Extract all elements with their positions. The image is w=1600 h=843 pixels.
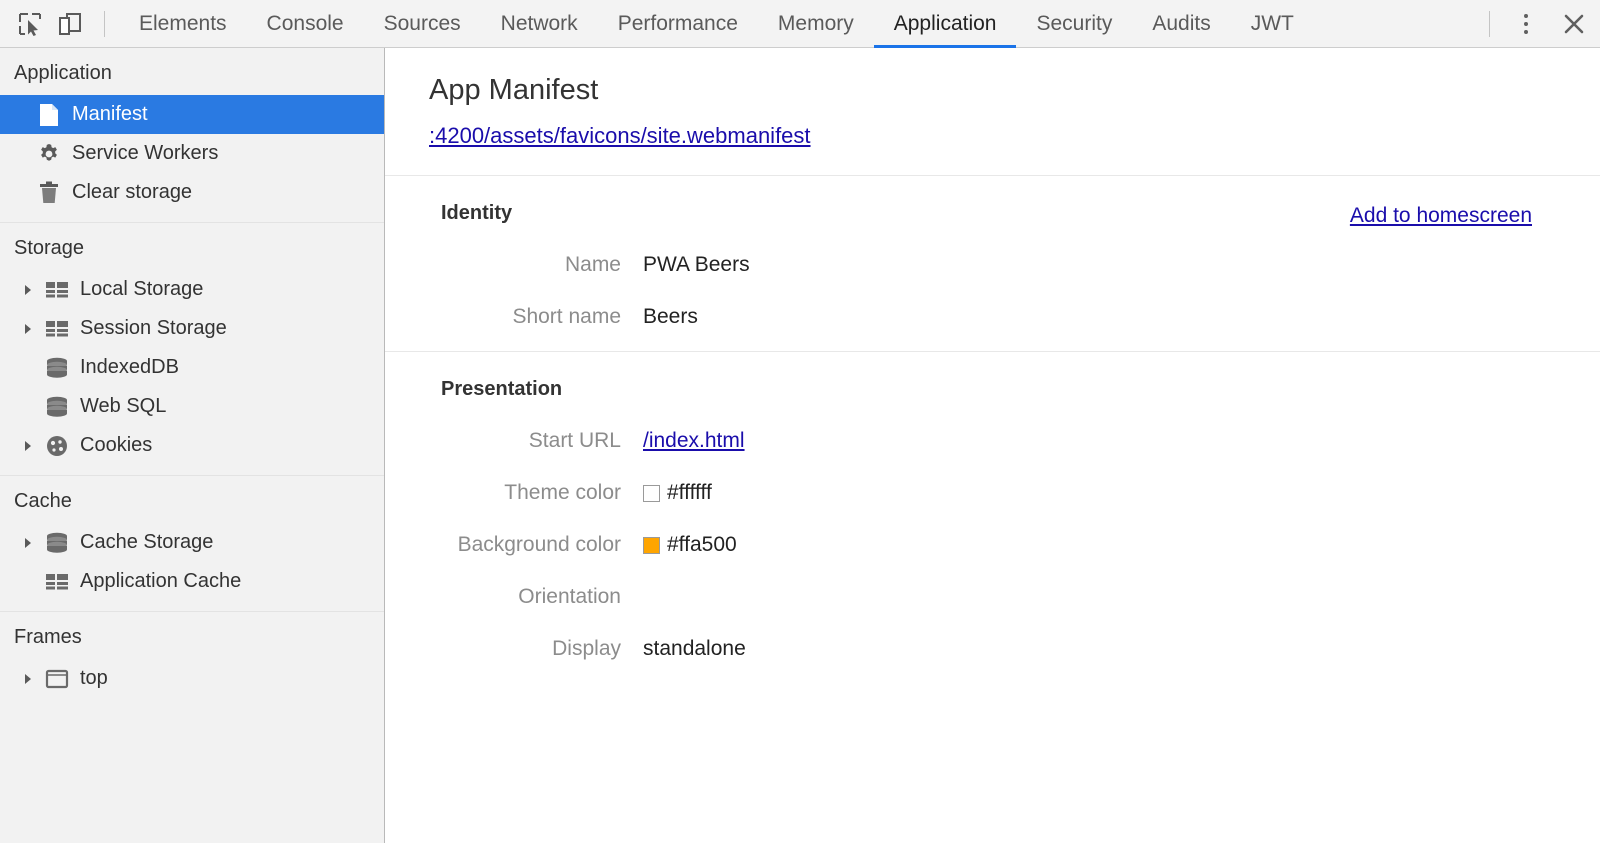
start-url-link[interactable]: /index.html bbox=[643, 429, 745, 453]
sidebar-item-label: Cookies bbox=[80, 434, 152, 457]
field-label: Start URL bbox=[385, 429, 643, 453]
field-value: #ffa500 bbox=[643, 533, 737, 557]
frame-icon bbox=[42, 668, 72, 690]
chevron-right-icon[interactable] bbox=[22, 673, 42, 685]
panel-tabs: Elements Console Sources Network Perform… bbox=[119, 0, 1314, 48]
sidebar-section-title: Storage bbox=[0, 223, 384, 270]
field-value: #ffffff bbox=[643, 481, 712, 505]
field-orientation: Orientation bbox=[385, 585, 1600, 609]
sidebar-item-label: Web SQL bbox=[80, 395, 166, 418]
sidebar-item-label: Local Storage bbox=[80, 278, 203, 301]
field-label: Background color bbox=[385, 533, 643, 557]
field-theme-color: Theme color #ffffff bbox=[385, 481, 1600, 505]
panel-header: App Manifest :4200/assets/favicons/site.… bbox=[385, 48, 1600, 149]
tab-audits[interactable]: Audits bbox=[1132, 0, 1230, 48]
sidebar-item-label: Cache Storage bbox=[80, 531, 213, 554]
identity-section: Identity Add to homescreen Name PWA Beer… bbox=[385, 176, 1600, 351]
background-color-swatch bbox=[643, 537, 660, 554]
tab-performance[interactable]: Performance bbox=[598, 0, 758, 48]
database-icon bbox=[42, 532, 72, 554]
sidebar-item-web-sql[interactable]: Web SQL bbox=[0, 387, 384, 426]
sidebar-section-title: Application bbox=[0, 48, 384, 95]
field-name: Name PWA Beers bbox=[385, 253, 1600, 277]
table-icon bbox=[42, 572, 72, 592]
sidebar-item-label: top bbox=[80, 667, 108, 690]
database-icon bbox=[42, 357, 72, 379]
presentation-section-title: Presentation bbox=[385, 378, 1600, 401]
table-icon bbox=[42, 319, 72, 339]
field-label: Short name bbox=[385, 305, 643, 329]
document-icon bbox=[34, 103, 64, 127]
add-to-homescreen-link[interactable]: Add to homescreen bbox=[1350, 204, 1532, 228]
sidebar-section-title: Cache bbox=[0, 476, 384, 523]
background-color-value: #ffa500 bbox=[667, 533, 737, 557]
field-label: Name bbox=[385, 253, 643, 277]
sidebar-item-session-storage[interactable]: Session Storage bbox=[0, 309, 384, 348]
sidebar-item-top-frame[interactable]: top bbox=[0, 659, 384, 698]
tab-jwt[interactable]: JWT bbox=[1231, 0, 1314, 48]
sidebar-section-storage: Storage Local Storage bbox=[0, 223, 384, 476]
sidebar-item-label: Session Storage bbox=[80, 317, 227, 340]
inspect-element-icon[interactable] bbox=[10, 4, 50, 44]
devtools-content: Application Manifest bbox=[0, 48, 1600, 843]
tab-security[interactable]: Security bbox=[1016, 0, 1132, 48]
tab-application[interactable]: Application bbox=[874, 0, 1017, 48]
sidebar-item-manifest[interactable]: Manifest bbox=[0, 95, 384, 134]
tab-sources[interactable]: Sources bbox=[364, 0, 481, 48]
field-value: Beers bbox=[643, 305, 698, 329]
field-value: standalone bbox=[643, 637, 746, 661]
gear-icon bbox=[34, 142, 64, 166]
sidebar-item-local-storage[interactable]: Local Storage bbox=[0, 270, 384, 309]
toolbar-divider-right bbox=[1489, 11, 1490, 37]
chevron-right-icon[interactable] bbox=[22, 323, 42, 335]
sidebar-item-application-cache[interactable]: Application Cache bbox=[0, 562, 384, 601]
cookie-icon bbox=[42, 434, 72, 458]
sidebar-section-cache: Cache Cache Storage bbox=[0, 476, 384, 612]
sidebar-item-indexeddb[interactable]: IndexedDB bbox=[0, 348, 384, 387]
sidebar-item-label: Service Workers bbox=[72, 142, 218, 165]
chevron-right-icon[interactable] bbox=[22, 284, 42, 296]
sidebar-section-frames: Frames top bbox=[0, 612, 384, 708]
sidebar-item-label: Clear storage bbox=[72, 181, 192, 204]
field-background-color: Background color #ffa500 bbox=[385, 533, 1600, 557]
field-display: Display standalone bbox=[385, 637, 1600, 661]
trash-icon bbox=[34, 181, 64, 205]
field-short-name: Short name Beers bbox=[385, 305, 1600, 329]
sidebar-item-label: Application Cache bbox=[80, 570, 241, 593]
sidebar-item-service-workers[interactable]: Service Workers bbox=[0, 134, 384, 173]
sidebar-section-title: Frames bbox=[0, 612, 384, 659]
database-icon bbox=[42, 396, 72, 418]
toolbar-right-controls bbox=[1475, 0, 1600, 48]
field-start-url: Start URL /index.html bbox=[385, 429, 1600, 453]
sidebar-item-label: Manifest bbox=[72, 103, 148, 126]
theme-color-value: #ffffff bbox=[667, 481, 712, 505]
page-title: App Manifest bbox=[429, 74, 1600, 107]
field-value: PWA Beers bbox=[643, 253, 750, 277]
tab-network[interactable]: Network bbox=[481, 0, 598, 48]
sidebar-section-application: Application Manifest bbox=[0, 48, 384, 223]
devtools-toolbar: Elements Console Sources Network Perform… bbox=[0, 0, 1600, 48]
field-label: Theme color bbox=[385, 481, 643, 505]
close-icon[interactable] bbox=[1548, 2, 1600, 46]
sidebar-item-cache-storage[interactable]: Cache Storage bbox=[0, 523, 384, 562]
sidebar-item-label: IndexedDB bbox=[80, 356, 179, 379]
chevron-right-icon[interactable] bbox=[22, 537, 42, 549]
toolbar-divider bbox=[104, 11, 105, 37]
application-sidebar: Application Manifest bbox=[0, 48, 385, 843]
field-label: Orientation bbox=[385, 585, 643, 609]
device-toolbar-icon[interactable] bbox=[50, 4, 90, 44]
table-icon bbox=[42, 280, 72, 300]
sidebar-item-cookies[interactable]: Cookies bbox=[0, 426, 384, 465]
tab-elements[interactable]: Elements bbox=[119, 0, 247, 48]
manifest-url-link[interactable]: :4200/assets/favicons/site.webmanifest bbox=[429, 123, 811, 149]
tab-memory[interactable]: Memory bbox=[758, 0, 874, 48]
kebab-menu-icon[interactable] bbox=[1504, 2, 1548, 46]
presentation-section: Presentation Start URL /index.html Theme… bbox=[385, 352, 1600, 683]
sidebar-item-clear-storage[interactable]: Clear storage bbox=[0, 173, 384, 212]
chevron-right-icon[interactable] bbox=[22, 440, 42, 452]
theme-color-swatch bbox=[643, 485, 660, 502]
field-label: Display bbox=[385, 637, 643, 661]
manifest-panel: App Manifest :4200/assets/favicons/site.… bbox=[385, 48, 1600, 843]
tab-console[interactable]: Console bbox=[247, 0, 364, 48]
